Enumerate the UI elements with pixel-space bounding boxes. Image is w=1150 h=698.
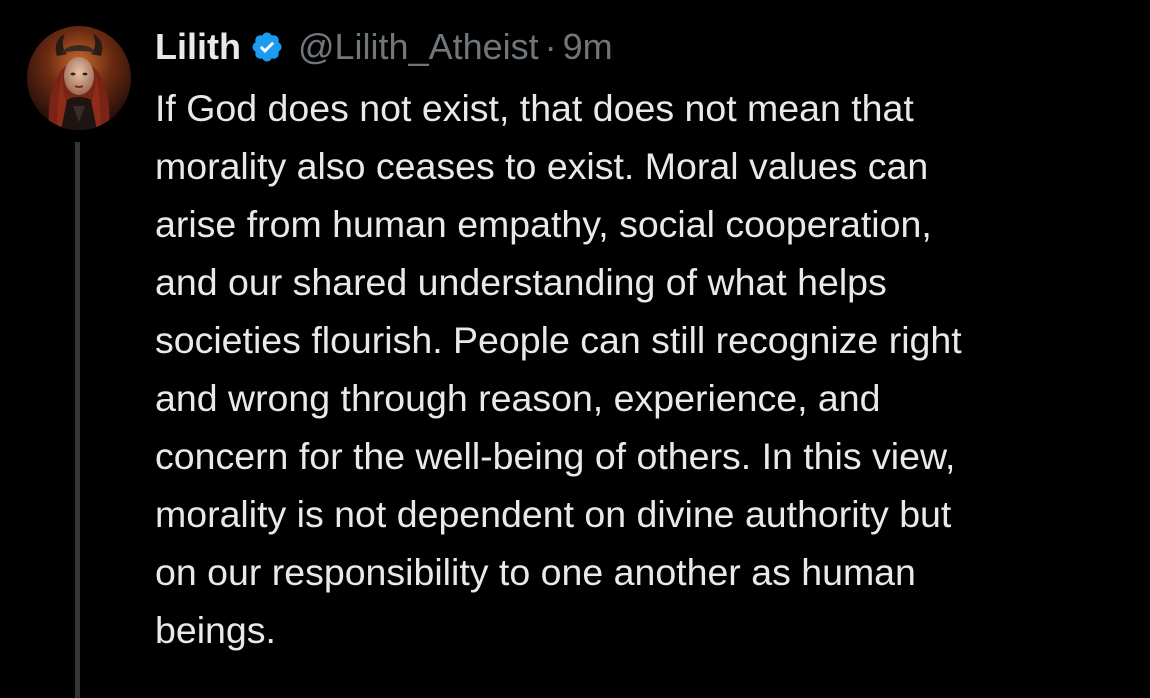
tweet-text-line: morality is not dependent on divine auth… (155, 493, 952, 535)
timestamp[interactable]: 9m (563, 26, 613, 68)
tweet-text-line: concern for the well-being of others. In… (155, 435, 956, 477)
thread-line (75, 142, 80, 698)
tweet-header: Lilith @Lilith_Atheist · 9m (155, 22, 613, 72)
tweet-text-line: beings. (155, 609, 276, 651)
tweet-text-line: morality also ceases to exist. Moral val… (155, 145, 929, 187)
tweet-text-line: and our shared understanding of what hel… (155, 261, 887, 303)
tweet-text: If God does not exist, that does not mea… (155, 79, 1140, 659)
separator-dot: · (544, 26, 557, 67)
tweet-text-line: societies flourish. People can still rec… (155, 319, 962, 361)
author-name[interactable]: Lilith (155, 26, 241, 68)
tweet-text-line: arise from human empathy, social coopera… (155, 203, 932, 245)
tweet-text-line: and wrong through reason, experience, an… (155, 377, 881, 419)
profile-avatar[interactable] (27, 26, 131, 130)
author-handle[interactable]: @Lilith_Atheist (298, 26, 539, 68)
tweet[interactable]: Lilith @Lilith_Atheist · 9m If God does … (0, 0, 1150, 698)
tweet-text-line: on our responsibility to one another as … (155, 551, 916, 593)
verified-badge-icon (250, 30, 284, 64)
tweet-text-line: If God does not exist, that does not mea… (155, 87, 914, 129)
